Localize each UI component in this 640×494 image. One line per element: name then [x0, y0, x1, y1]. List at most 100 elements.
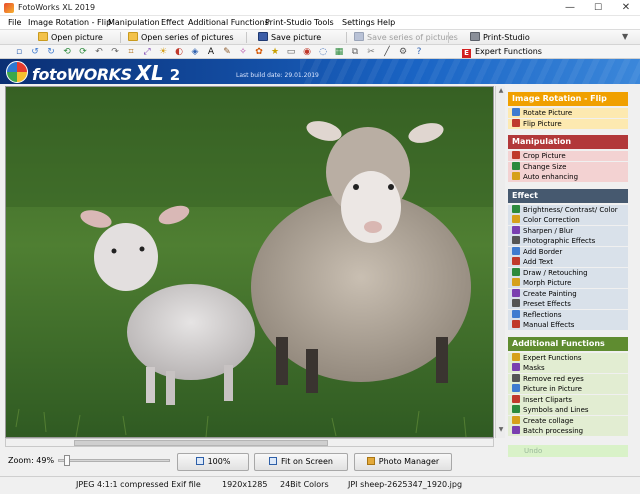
panel-item-label: Morph Picture — [523, 279, 572, 287]
brand-banner: fotoWORKS XL 2 Last build date: 29.01.2019 — [0, 59, 640, 84]
panel-item-label: Draw / Retouching — [523, 268, 588, 277]
scroll-up-icon[interactable]: ▲ — [497, 87, 505, 94]
panel-item-draw-retouching[interactable]: Draw / Retouching — [508, 267, 628, 278]
panel-item-rotate-picture[interactable]: Rotate Picture — [508, 108, 628, 118]
panel-item-add-border[interactable]: Add Border — [508, 246, 628, 257]
menu-manipulation[interactable]: Manipulation — [108, 18, 160, 27]
zoom-100-button[interactable]: 100% — [177, 453, 249, 471]
floppy-disk-icon — [354, 32, 364, 41]
panel-item-label: Add Text — [523, 258, 553, 266]
fit-on-screen-button[interactable]: Fit on Screen — [254, 453, 348, 471]
panel-item-reflections[interactable]: Reflections — [508, 309, 628, 320]
panel-item-morph-picture[interactable]: Morph Picture — [508, 278, 628, 288]
menu-image-rotation[interactable]: Image Rotation - Flip — [28, 18, 111, 27]
save-series-button[interactable]: Save series of pictures — [354, 31, 458, 44]
panel-item-auto-enhancing[interactable]: Auto enhancing — [508, 172, 628, 182]
panel-item-sharpen-blur[interactable]: Sharpen / Blur — [508, 225, 628, 236]
undo-button[interactable]: Undo — [508, 444, 628, 457]
status-filename: JPI sheep-2625347_1920.jpg — [348, 480, 463, 489]
menu-file[interactable]: File — [8, 18, 21, 27]
zoom-slider-knob[interactable] — [64, 455, 70, 466]
panel-item-label: Symbols and Lines — [523, 406, 589, 414]
toolbar-separator — [246, 32, 247, 43]
panel-item-preset-effects[interactable]: Preset Effects — [508, 299, 628, 309]
panel-item-picture-in-picture[interactable]: Picture in Picture — [508, 384, 628, 394]
panel-item-create-painting[interactable]: Create Painting — [508, 288, 628, 299]
auto-enhancing-icon — [512, 172, 520, 180]
image-canvas[interactable] — [5, 86, 494, 438]
rotate-ccw-icon[interactable]: ⟲ — [62, 47, 72, 57]
add-text-icon[interactable]: A — [206, 47, 216, 57]
preset-icon[interactable]: ★ — [270, 47, 280, 57]
panel-item-color-correction[interactable]: Color Correction — [508, 215, 628, 225]
vertical-scrollbar[interactable]: ▲ ▼ — [495, 86, 505, 438]
undo-icon[interactable]: ↶ — [94, 47, 104, 57]
panel-item-flip-picture[interactable]: Flip Picture — [508, 118, 628, 129]
section-header-effect[interactable]: Effect — [508, 188, 628, 203]
toolbar-overflow-icon[interactable]: ▼ — [622, 32, 628, 41]
scrollbar-thumb[interactable] — [74, 440, 328, 446]
save-picture-button[interactable]: Save picture — [258, 31, 321, 44]
panel-item-label: Sharpen / Blur — [523, 226, 574, 235]
panel-item-create-collage[interactable]: Create collage — [508, 415, 628, 426]
horizontal-scrollbar[interactable] — [5, 438, 494, 447]
rotate-cw-icon[interactable]: ⟳ — [78, 47, 88, 57]
menu-effect[interactable]: Effect — [161, 18, 184, 27]
draw-icon[interactable]: ✎ — [222, 47, 232, 57]
menu-tools[interactable]: Tools — [314, 18, 334, 27]
menu-help[interactable]: Help — [377, 18, 395, 27]
open-series-button[interactable]: Open series of pictures — [128, 31, 234, 44]
panel-item-batch-processing[interactable]: Batch processing — [508, 426, 628, 436]
new-file-icon[interactable]: ▫ — [14, 47, 24, 57]
photo-manager-button[interactable]: Photo Manager — [354, 453, 452, 471]
minimize-button[interactable]: — — [556, 0, 584, 16]
panel-item-symbols-and-lines[interactable]: Symbols and Lines — [508, 405, 628, 415]
morph-icon[interactable]: ✧ — [238, 47, 248, 57]
rotate-left-icon[interactable]: ↺ — [30, 47, 40, 57]
painting-icon[interactable]: ✿ — [254, 47, 264, 57]
photographic-effects-icon — [512, 236, 520, 244]
panel-item-change-size[interactable]: Change Size — [508, 161, 628, 172]
close-button[interactable]: ✕ — [612, 0, 640, 16]
clipart-icon[interactable]: ✂ — [366, 47, 376, 57]
resize-icon[interactable]: ⤢ — [142, 47, 152, 57]
border-icon[interactable]: ▭ — [286, 47, 296, 57]
panel-item-crop-picture[interactable]: Crop Picture — [508, 151, 628, 161]
panel-item-brightness-contrast-color[interactable]: Brightness/ Contrast/ Color — [508, 204, 628, 215]
batch-icon[interactable]: ⧉ — [350, 47, 360, 57]
panel-item-remove-red-eyes[interactable]: Remove red eyes — [508, 373, 628, 384]
panel-item-expert-functions[interactable]: Expert Functions — [508, 352, 628, 363]
crop-icon[interactable]: ⌗ — [126, 47, 136, 57]
section-header-additional-functions[interactable]: Additional Functions — [508, 336, 628, 351]
panel-item-photographic-effects[interactable]: Photographic Effects — [508, 236, 628, 246]
redo-icon[interactable]: ↷ — [110, 47, 120, 57]
panel-item-manual-effects[interactable]: Manual Effects — [508, 320, 628, 330]
fotoworks-logo-icon — [6, 61, 28, 83]
masks-icon[interactable]: ◌ — [318, 47, 328, 57]
help-icon[interactable]: ? — [414, 47, 424, 57]
maximize-button[interactable]: ☐ — [584, 0, 612, 16]
section-header-image-rotation-flip[interactable]: Image Rotation - Flip — [508, 92, 628, 106]
color-icon[interactable]: ◐ — [174, 47, 184, 57]
menu-print-studio[interactable]: Print-Studio — [265, 18, 312, 27]
red-eye-icon[interactable]: ◉ — [302, 47, 312, 57]
panel-item-insert-cliparts[interactable]: Insert Cliparts — [508, 394, 628, 405]
print-studio-button[interactable]: Print-Studio — [470, 31, 530, 44]
rotate-right-icon[interactable]: ↻ — [46, 47, 56, 57]
brightness-icon[interactable]: ☀ — [158, 47, 168, 57]
sharpen-icon[interactable]: ◈ — [190, 47, 200, 57]
panel-item-masks[interactable]: Masks — [508, 363, 628, 373]
menu-settings[interactable]: Settings — [342, 18, 375, 27]
menu-additional-functions[interactable]: Additional Functions — [188, 18, 269, 27]
scroll-down-icon[interactable]: ▼ — [497, 426, 505, 433]
preset-effects-icon — [512, 299, 520, 307]
settings-icon[interactable]: ⚙ — [398, 47, 408, 57]
banner-pattern — [300, 59, 640, 84]
section-header-manipulation[interactable]: Manipulation — [508, 135, 628, 149]
zoom-slider[interactable] — [58, 454, 170, 466]
symbols-icon[interactable]: ╱ — [382, 47, 392, 57]
collage-icon[interactable]: ▦ — [334, 47, 344, 57]
expert-functions-button[interactable]: E Expert Functions — [462, 46, 542, 58]
panel-item-add-text[interactable]: Add Text — [508, 257, 628, 267]
open-picture-button[interactable]: Open picture — [38, 31, 103, 44]
